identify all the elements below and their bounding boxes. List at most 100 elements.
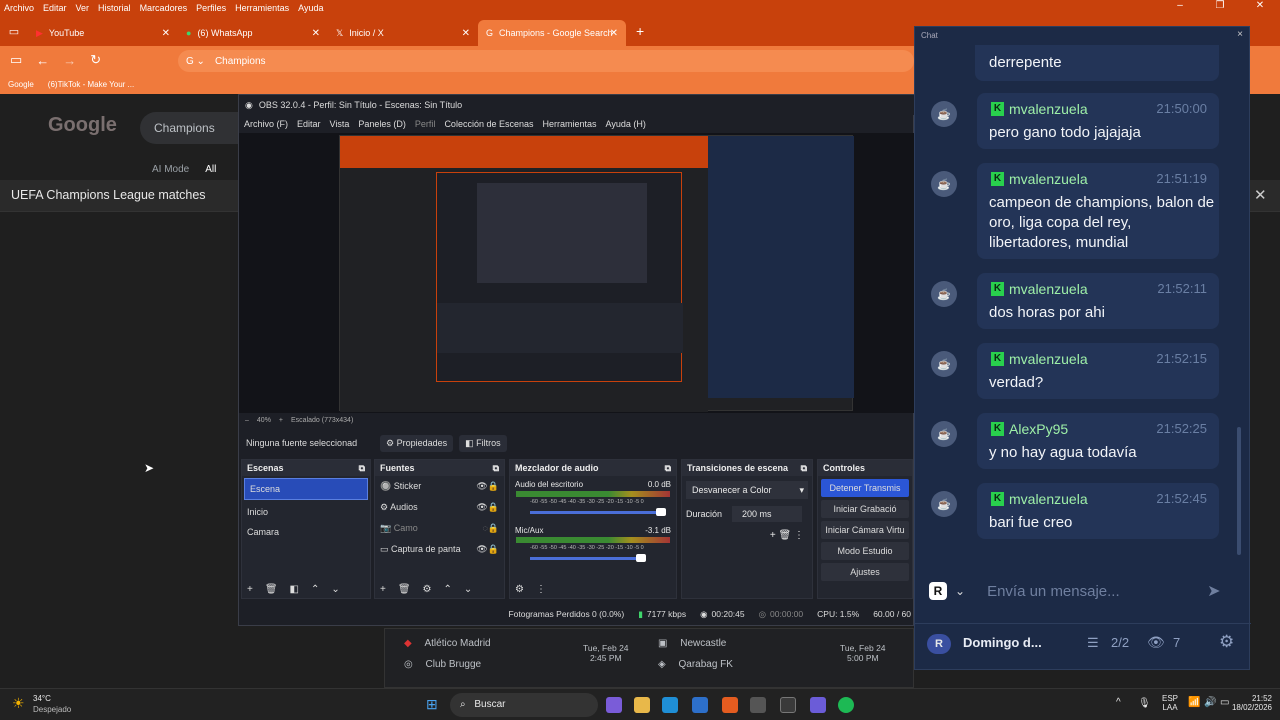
filters-button[interactable]: ◧ Filtros xyxy=(459,434,507,452)
channel-name[interactable]: Domingo d... xyxy=(963,635,1042,650)
dock-float-icon[interactable]: ⧉ xyxy=(665,463,671,474)
stop-stream-button[interactable]: Detener Transmis xyxy=(821,479,909,497)
google-logo[interactable]: Google xyxy=(48,114,117,137)
snip-icon[interactable] xyxy=(750,697,766,713)
tray-app-icon[interactable]: 🎙 xyxy=(1138,698,1151,709)
menu-historial[interactable]: Historial xyxy=(98,3,131,13)
add-icon[interactable]: + xyxy=(380,584,386,595)
edge-icon[interactable] xyxy=(662,697,678,713)
source-item[interactable]: 🔘 Sticker 👁🔒 xyxy=(375,476,504,497)
menu-editar[interactable]: Editar xyxy=(43,3,67,13)
tab-all[interactable]: All xyxy=(205,164,216,175)
tab-close-icon[interactable]: ✕ xyxy=(162,28,170,39)
up-icon[interactable]: ⌃ xyxy=(444,584,452,595)
scene-item[interactable]: Escena xyxy=(244,478,368,500)
scene-item[interactable]: Inicio xyxy=(242,502,370,522)
chevron-down-icon[interactable]: ⌄ xyxy=(955,584,965,598)
search-engine-icon[interactable]: G ⌄ xyxy=(186,56,205,67)
outlook-icon[interactable] xyxy=(692,697,708,713)
match-row[interactable]: ◎ Club Brugge xyxy=(404,659,481,670)
obs-menu-ayuda[interactable]: Ayuda (H) xyxy=(606,119,646,129)
tab-close-icon[interactable]: ✕ xyxy=(610,28,618,39)
wifi-icon[interactable]: 📶 xyxy=(1188,697,1200,708)
start-virtual-camera-button[interactable]: Iniciar Cámara Virtu xyxy=(821,521,909,539)
filter-icon[interactable]: ◧ xyxy=(290,584,299,595)
obs-menu-editar[interactable]: Editar xyxy=(297,119,321,129)
source-item[interactable]: ⚙ Audios 👁🔒 xyxy=(375,497,504,518)
match-row[interactable]: ▣ Newcastle xyxy=(658,638,726,649)
tab-close-icon[interactable]: ✕ xyxy=(312,28,320,39)
menu-marcadores[interactable]: Marcadores xyxy=(140,3,188,13)
app-icon[interactable] xyxy=(810,697,826,713)
start-icon[interactable]: ⊞ xyxy=(426,696,438,713)
username[interactable]: AlexPy95 xyxy=(1009,421,1068,437)
chat-message[interactable]: ☕ K mvalenzuela 21:52:11 dos horas por a… xyxy=(931,273,1219,329)
dock-float-icon[interactable]: ⧉ xyxy=(801,463,807,474)
username[interactable]: mvalenzuela xyxy=(1009,101,1088,117)
transition-select[interactable]: Desvanecer a Color ▾ xyxy=(686,481,808,499)
username[interactable]: mvalenzuela xyxy=(1009,171,1088,187)
zoom-out-icon[interactable]: – xyxy=(245,417,249,424)
down-icon[interactable]: ⌄ xyxy=(464,584,472,595)
obs-menu-paneles[interactable]: Paneles (D) xyxy=(358,119,406,129)
menu-perfiles[interactable]: Perfiles xyxy=(196,3,226,13)
sidebar-icon[interactable]: ▭ xyxy=(10,52,22,68)
chat-input[interactable]: Envía un mensaje... xyxy=(987,583,1207,600)
eye-icon[interactable]: 👁🔒 xyxy=(476,544,499,555)
chat-message[interactable]: ☕ K mvalenzuela 21:52:15 verdad? xyxy=(931,343,1219,399)
chat-message[interactable]: ☕ K mvalenzuela 21:50:00 pero gano todo … xyxy=(931,93,1219,149)
close-icon[interactable]: ✕ xyxy=(1240,0,1280,16)
studio-mode-button[interactable]: Modo Estudio xyxy=(821,542,909,560)
firefox-icon[interactable] xyxy=(722,697,738,713)
back-icon[interactable]: ← xyxy=(36,53,49,68)
tab-whatsapp[interactable]: ● (6) WhatsApp ✕ xyxy=(178,20,328,46)
close-icon[interactable]: ✕ xyxy=(1254,186,1267,204)
restore-icon[interactable]: ❐ xyxy=(1200,0,1240,16)
more-icon[interactable]: ⋮ xyxy=(536,584,546,595)
clock[interactable]: 21:52 18/02/2026 xyxy=(1226,694,1272,712)
delete-icon[interactable]: 🗑 xyxy=(265,584,278,595)
match-row[interactable]: ◆ Atlético Madrid xyxy=(404,638,491,649)
dock-float-icon[interactable]: ⧉ xyxy=(493,463,499,474)
scene-item[interactable]: Camara xyxy=(242,522,370,542)
tab-close-icon[interactable]: ✕ xyxy=(462,28,470,39)
add-icon[interactable]: + xyxy=(770,530,776,541)
more-icon[interactable]: ⋮ xyxy=(794,530,804,541)
menu-ayuda[interactable]: Ayuda xyxy=(298,3,323,13)
start-recording-button[interactable]: Iniciar Grabació xyxy=(821,500,909,518)
weather-text[interactable]: Despejado xyxy=(33,705,71,714)
volume-slider[interactable] xyxy=(530,554,646,562)
gear-icon[interactable]: ⚙ xyxy=(423,584,432,595)
obs-icon[interactable] xyxy=(780,697,796,713)
language-indicator[interactable]: ESP LAA xyxy=(1162,694,1178,712)
match-row[interactable]: ◈ Qarabag FK xyxy=(658,659,733,670)
settings-button[interactable]: Ajustes xyxy=(821,563,909,581)
dock-float-icon[interactable]: ⧉ xyxy=(359,463,365,474)
taskbar-search[interactable]: ⌕ Buscar xyxy=(450,693,598,717)
new-tab-icon[interactable]: + xyxy=(636,23,644,39)
add-icon[interactable]: + xyxy=(247,584,253,595)
spotify-icon[interactable] xyxy=(838,697,854,713)
tab-ai-mode[interactable]: AI Mode xyxy=(152,164,189,175)
volume-slider[interactable] xyxy=(530,508,666,516)
menu-archivo[interactable]: Archivo xyxy=(4,3,34,13)
source-item[interactable]: 📷 Camo ◌🔒 xyxy=(375,518,504,539)
source-item[interactable]: ▭ Captura de panta 👁🔒 xyxy=(375,539,504,560)
gear-icon[interactable]: ⚙ xyxy=(515,584,524,595)
gear-icon[interactable]: ⚙ xyxy=(1219,632,1234,652)
obs-menu-colecciones[interactable]: Colección de Escenas xyxy=(444,119,533,129)
duration-input[interactable]: 200 ms xyxy=(732,506,803,522)
tab-x[interactable]: 𝕏 Inicio / X ✕ xyxy=(328,20,478,46)
zoom-in-icon[interactable]: + xyxy=(279,417,283,424)
address-bar[interactable]: G ⌄ Champions xyxy=(178,50,914,72)
reload-icon[interactable]: ↻ xyxy=(90,52,101,68)
chat-message[interactable]: ☕ K mvalenzuela 21:51:19 campeon de cham… xyxy=(931,163,1219,259)
obs-menu-archivo[interactable]: Archivo (F) xyxy=(244,119,288,129)
obs-menu-herramientas[interactable]: Herramientas xyxy=(543,119,597,129)
menu-herramientas[interactable]: Herramientas xyxy=(235,3,289,13)
username[interactable]: mvalenzuela xyxy=(1009,281,1088,297)
delete-icon[interactable]: 🗑 xyxy=(779,530,792,541)
obs-preview[interactable] xyxy=(239,133,915,413)
obs-menu-vista[interactable]: Vista xyxy=(330,119,350,129)
menu-ver[interactable]: Ver xyxy=(76,3,90,13)
